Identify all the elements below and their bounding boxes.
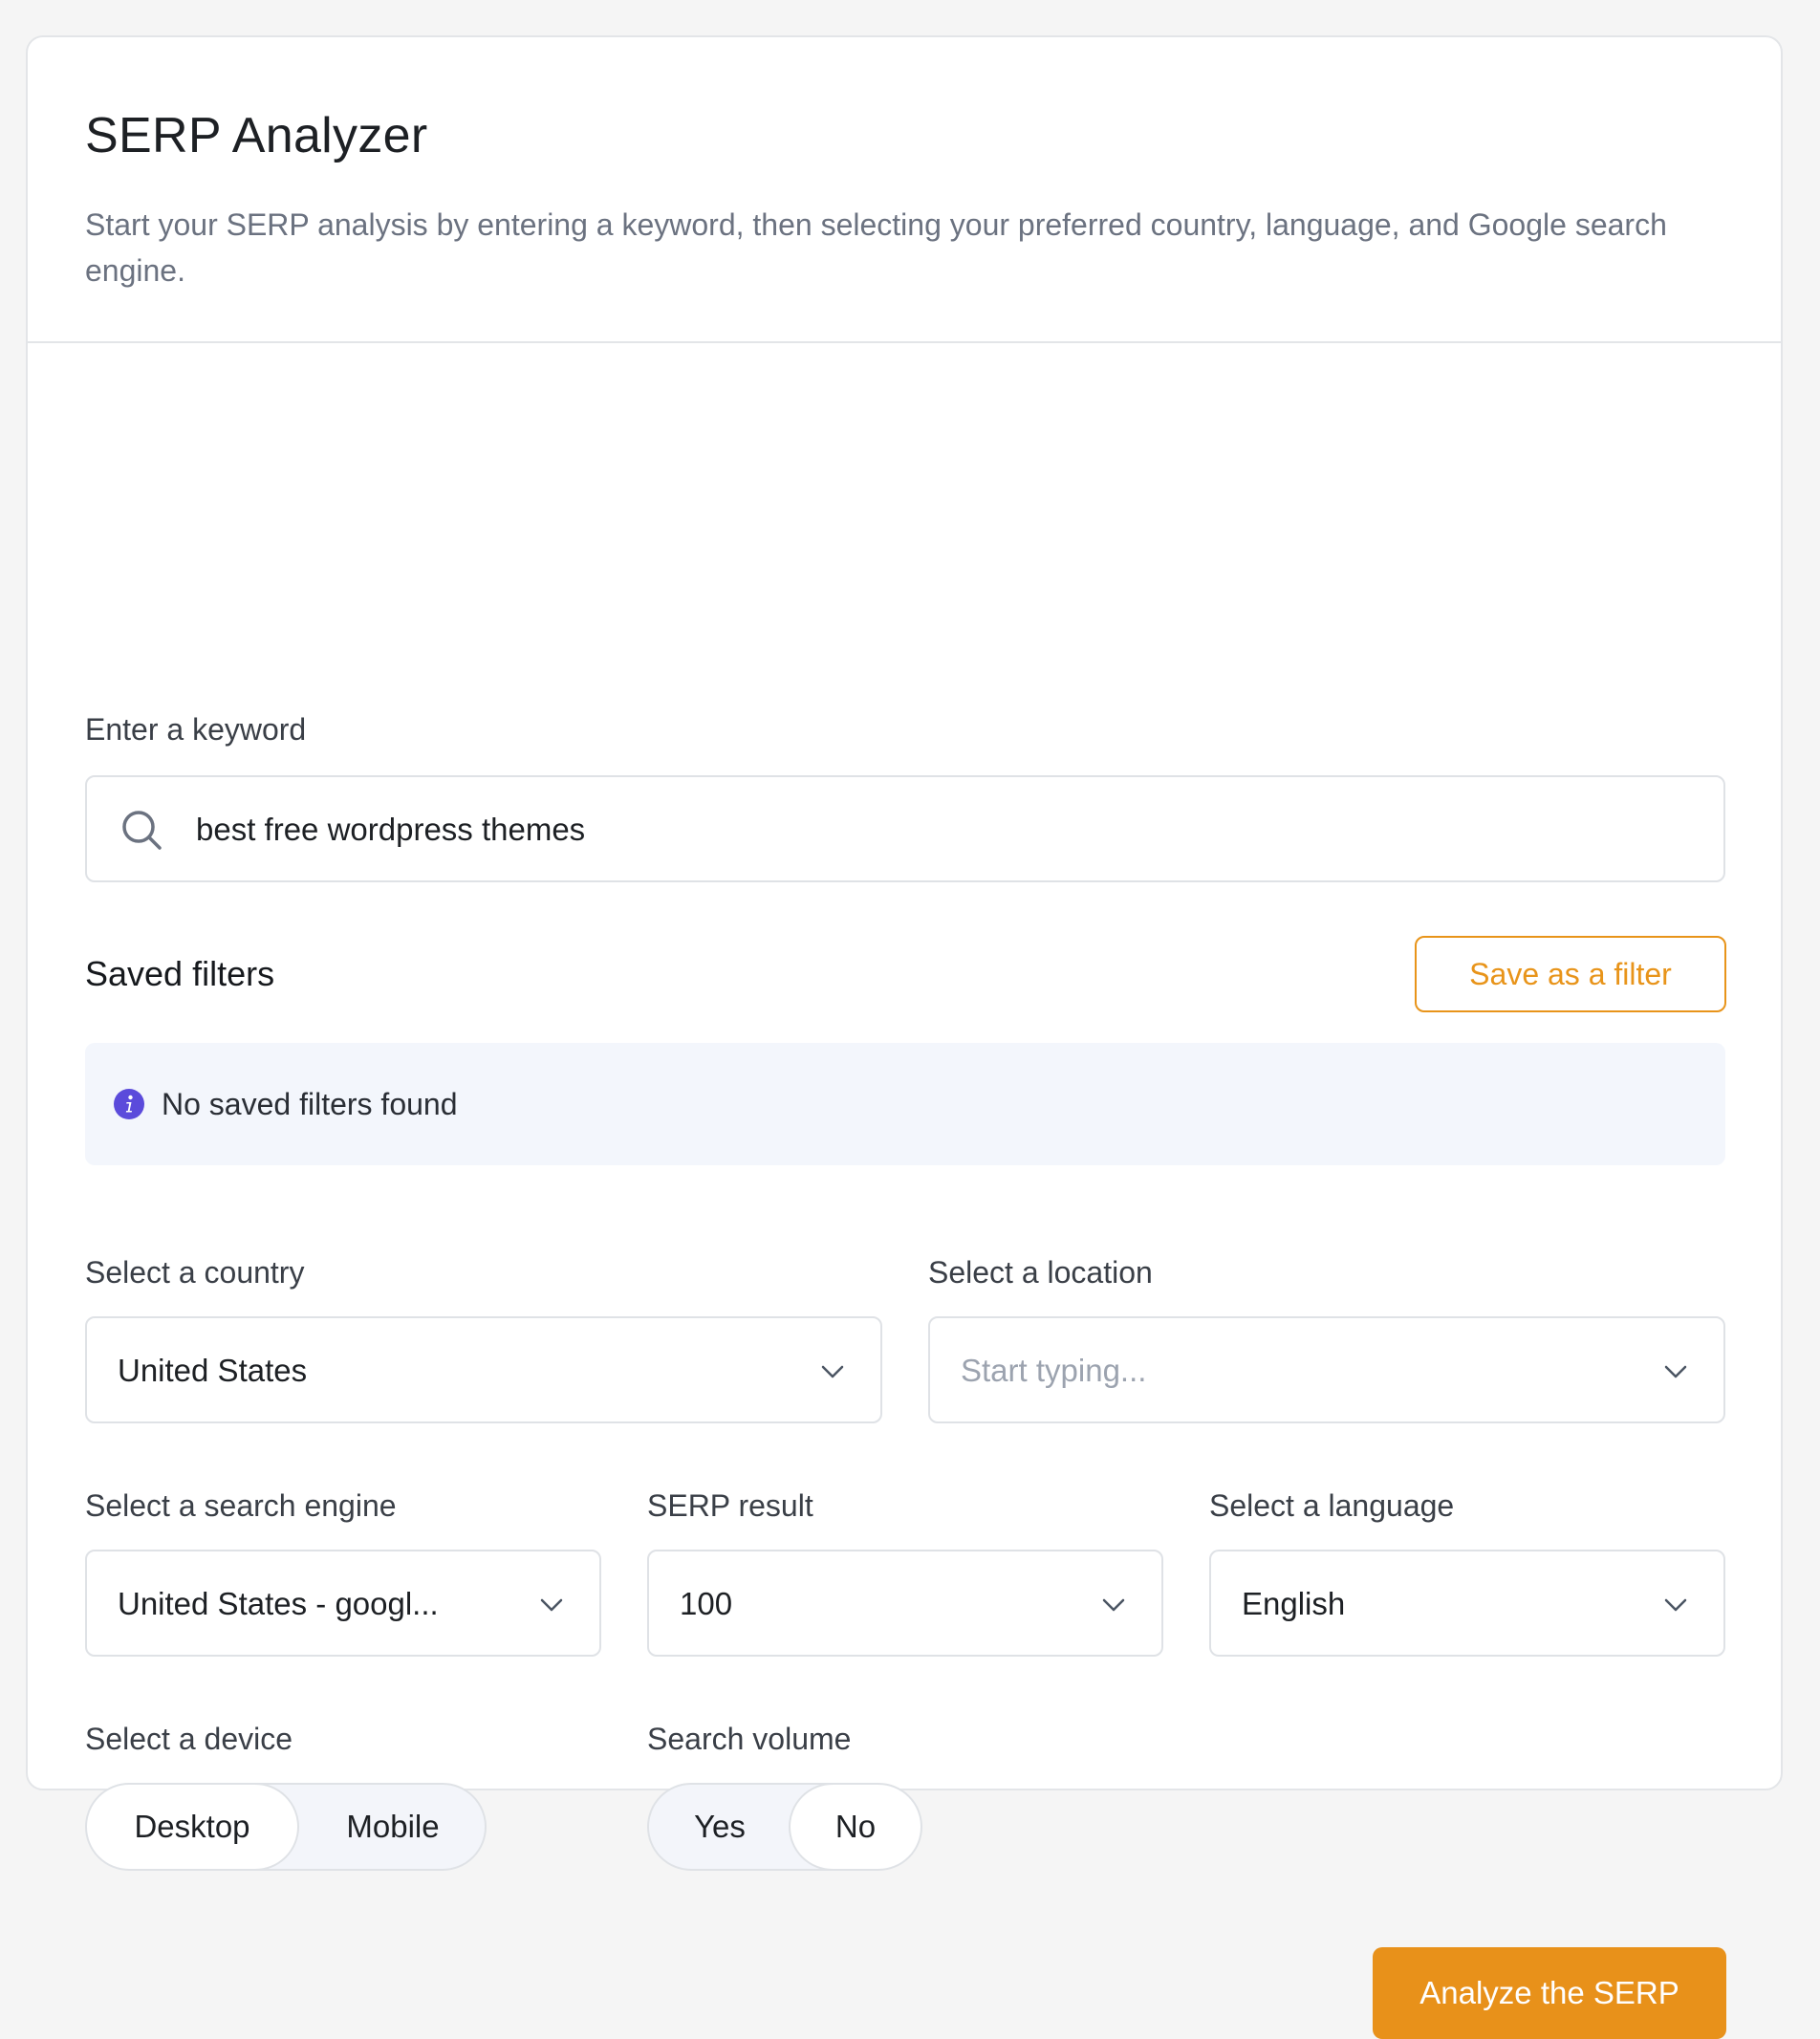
- page-title: SERP Analyzer: [85, 108, 428, 163]
- search-engine-select[interactable]: United States - googl...: [85, 1550, 601, 1657]
- search-engine-label: Select a search engine: [85, 1488, 397, 1523]
- no-saved-filters-text: No saved filters found: [162, 1087, 458, 1121]
- device-option-mobile[interactable]: Mobile: [299, 1785, 485, 1869]
- location-label: Select a location: [928, 1255, 1153, 1290]
- country-select[interactable]: United States: [85, 1316, 882, 1423]
- device-label: Select a device: [85, 1722, 293, 1756]
- search-icon: [122, 811, 162, 850]
- search-engine-value: United States - googl...: [118, 1586, 439, 1621]
- search-volume-label: Search volume: [647, 1722, 852, 1756]
- keyword-input[interactable]: best free wordpress themes: [85, 775, 1725, 882]
- keyword-label: Enter a keyword: [85, 712, 307, 747]
- search-volume-option-no[interactable]: No: [789, 1785, 921, 1869]
- location-select[interactable]: Start typing...: [928, 1316, 1725, 1423]
- analyze-serp-button[interactable]: Analyze the SERP: [1373, 1947, 1726, 2039]
- chevron-down-icon: [821, 1365, 844, 1378]
- page-subtitle: Start your SERP analysis by entering a k…: [85, 207, 1667, 288]
- serp-result-value: 100: [680, 1586, 733, 1621]
- serp-result-label: SERP result: [647, 1488, 813, 1523]
- keyword-value: best free wordpress themes: [196, 812, 586, 847]
- search-volume-toggle: Yes No: [647, 1783, 922, 1871]
- country-value: United States: [118, 1353, 308, 1388]
- device-toggle: Desktop Mobile: [85, 1783, 487, 1871]
- serp-result-select[interactable]: 100: [647, 1550, 1163, 1657]
- card-header: SERP Analyzer Start your SERP analysis b…: [28, 37, 1781, 343]
- chevron-down-icon: [1102, 1598, 1125, 1612]
- info-icon: [114, 1089, 144, 1119]
- chevron-down-icon: [1664, 1365, 1687, 1378]
- language-label: Select a language: [1209, 1488, 1455, 1523]
- language-select[interactable]: English: [1209, 1550, 1725, 1657]
- device-option-desktop[interactable]: Desktop: [87, 1785, 299, 1869]
- location-placeholder: Start typing...: [961, 1353, 1147, 1388]
- country-label: Select a country: [85, 1255, 305, 1290]
- chevron-down-icon: [1664, 1598, 1687, 1612]
- chevron-down-icon: [540, 1598, 563, 1612]
- saved-filters-title: Saved filters: [85, 954, 275, 993]
- no-saved-filters-notice: No saved filters found: [85, 1043, 1725, 1165]
- save-as-filter-button[interactable]: Save as a filter: [1415, 936, 1726, 1012]
- search-volume-option-yes[interactable]: Yes: [649, 1785, 791, 1869]
- serp-analyzer-card: SERP Analyzer Start your SERP analysis b…: [26, 35, 1783, 2039]
- language-value: English: [1242, 1586, 1346, 1621]
